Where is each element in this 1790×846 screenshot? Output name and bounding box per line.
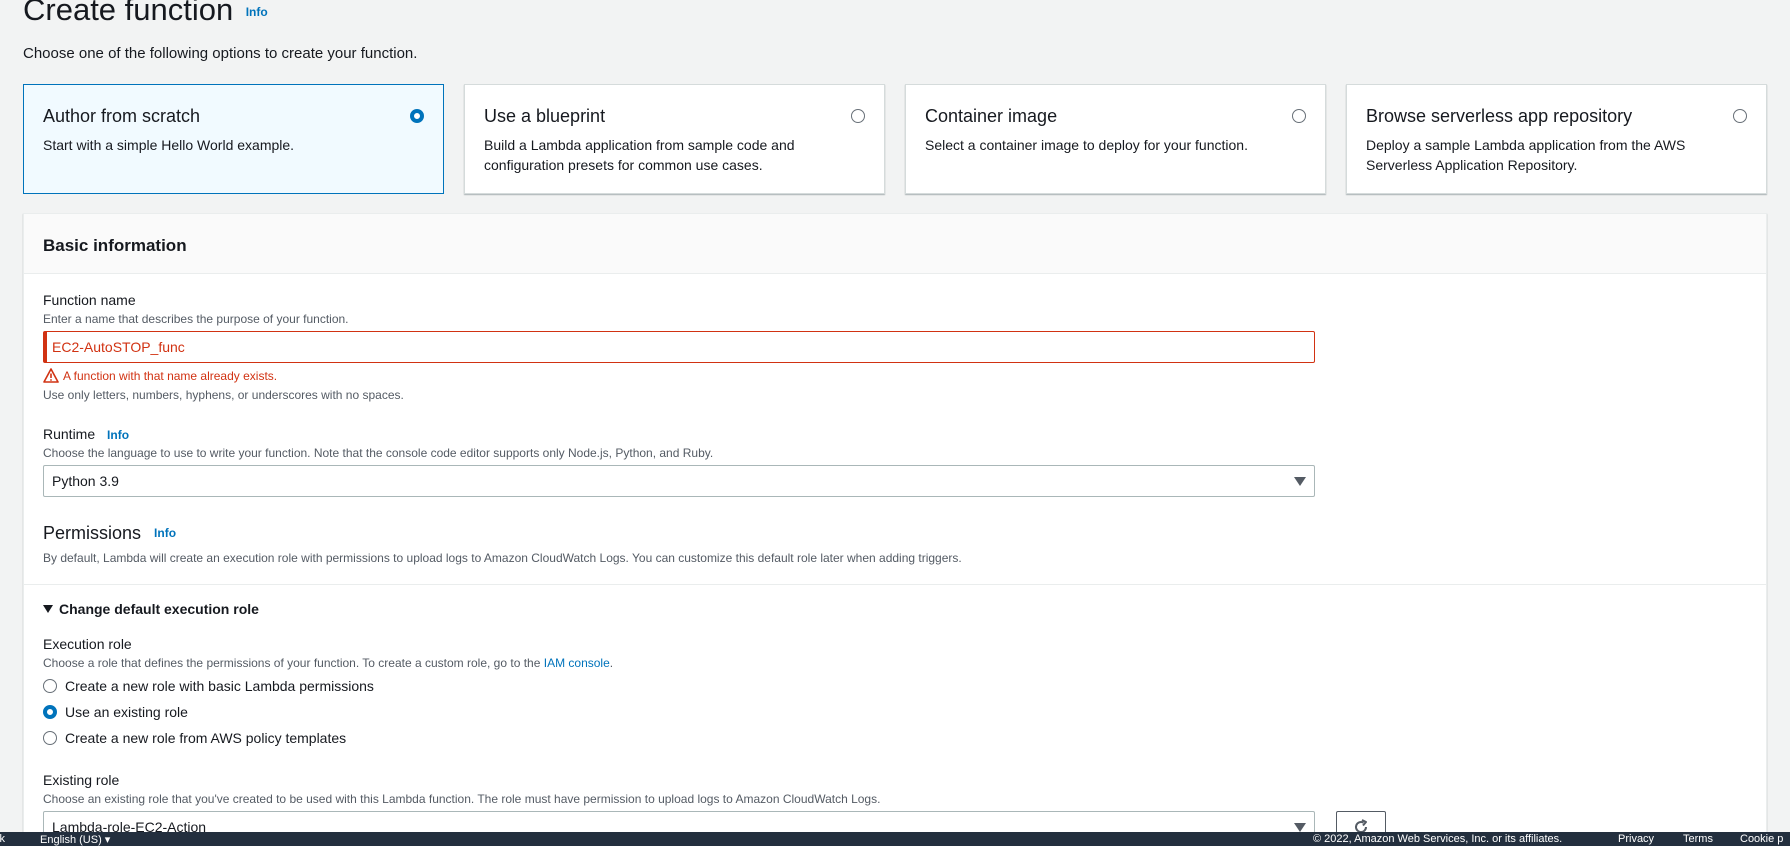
permissions-title: Permissions xyxy=(43,523,142,543)
option-description: Build a Lambda application from sample c… xyxy=(484,137,795,173)
function-name-input[interactable] xyxy=(43,331,1315,363)
console-footer: ck English (US) ▾ © 2022, Amazon Web Ser… xyxy=(0,832,1790,846)
execution-role-desc-text: Choose a role that defines the permissio… xyxy=(43,656,541,670)
role-option-label: Create a new role with basic Lambda perm… xyxy=(65,678,374,694)
option-radio[interactable] xyxy=(1733,109,1747,123)
option-description: Start with a simple Hello World example. xyxy=(43,137,295,153)
caret-down-icon xyxy=(1294,477,1306,486)
option-description: Select a container image to deploy for y… xyxy=(925,137,1248,153)
option-radio[interactable] xyxy=(851,109,865,123)
permissions-description: By default, Lambda will create an execut… xyxy=(43,551,962,565)
option-title: Use a blueprint xyxy=(484,106,606,126)
page-header: Create function Info xyxy=(23,0,268,25)
cookie-preferences-link[interactable]: Cookie p xyxy=(1740,833,1783,845)
section-divider xyxy=(24,584,1766,585)
option-title: Container image xyxy=(925,106,1058,126)
terms-link[interactable]: Terms xyxy=(1683,833,1713,845)
iam-console-link[interactable]: IAM console xyxy=(544,656,610,670)
change-role-label: Change default execution role xyxy=(59,601,259,617)
radio-button[interactable] xyxy=(43,705,57,719)
page-info-link[interactable]: Info xyxy=(246,5,268,19)
runtime-label-text: Runtime xyxy=(43,426,96,442)
radio-button[interactable] xyxy=(43,679,57,693)
runtime-selected-value: Python 3.9 xyxy=(52,473,119,489)
runtime-select[interactable]: Python 3.9 xyxy=(43,465,1315,497)
error-text: A function with that name already exists… xyxy=(63,368,278,383)
function-name-constraint: Use only letters, numbers, hyphens, or u… xyxy=(43,388,404,402)
caret-down-icon xyxy=(1294,823,1306,832)
copyright-text: © 2022, Amazon Web Services, Inc. or its… xyxy=(1313,833,1563,845)
function-name-error: A function with that name already exists… xyxy=(43,368,277,383)
basic-information-panel: Basic information Function name Enter a … xyxy=(23,213,1767,846)
radio-button[interactable] xyxy=(43,731,57,745)
feedback-link-fragment[interactable]: ck xyxy=(0,833,5,845)
existing-role-label: Existing role xyxy=(43,772,120,788)
option-container-image[interactable]: Container image Select a container image… xyxy=(905,84,1326,194)
option-use-blueprint[interactable]: Use a blueprint Build a Lambda applicati… xyxy=(464,84,885,194)
role-option-create-basic[interactable]: Create a new role with basic Lambda perm… xyxy=(43,678,374,694)
role-option-use-existing[interactable]: Use an existing role xyxy=(43,704,188,720)
function-name-description: Enter a name that describes the purpose … xyxy=(43,312,349,326)
option-description: Deploy a sample Lambda application from … xyxy=(1366,137,1686,173)
role-option-label: Create a new role from AWS policy templa… xyxy=(65,730,347,746)
change-execution-role-toggle[interactable]: Change default execution role xyxy=(43,601,259,617)
option-author-from-scratch[interactable]: Author from scratch Start with a simple … xyxy=(23,84,444,194)
function-name-label: Function name xyxy=(43,292,136,308)
option-title: Browse serverless app repository xyxy=(1366,106,1633,126)
language-selector[interactable]: English (US) ▾ xyxy=(40,833,110,846)
runtime-info-link[interactable]: Info xyxy=(107,428,129,442)
role-option-label: Use an existing role xyxy=(65,704,188,720)
warning-icon xyxy=(43,368,59,383)
panel-header: Basic information xyxy=(24,214,1766,274)
runtime-label: Runtime Info xyxy=(43,426,129,442)
panel-title: Basic information xyxy=(43,236,187,255)
page-title: Create function xyxy=(23,0,234,27)
existing-role-description: Choose an existing role that you've crea… xyxy=(43,792,881,806)
execution-role-desc-suffix: . xyxy=(609,656,614,670)
page-subtitle: Choose one of the following options to c… xyxy=(23,45,418,62)
permissions-info-link[interactable]: Info xyxy=(154,526,176,540)
caret-down-icon xyxy=(43,605,53,613)
execution-role-description: Choose a role that defines the permissio… xyxy=(43,656,613,670)
execution-role-label: Execution role xyxy=(43,636,132,652)
option-radio[interactable] xyxy=(410,109,424,123)
option-radio[interactable] xyxy=(1292,109,1306,123)
creation-options: Author from scratch Start with a simple … xyxy=(23,84,1767,194)
option-title: Author from scratch xyxy=(43,106,201,126)
permissions-heading: Permissions Info xyxy=(43,523,176,544)
role-option-policy-templates[interactable]: Create a new role from AWS policy templa… xyxy=(43,730,346,746)
privacy-link[interactable]: Privacy xyxy=(1618,833,1654,845)
runtime-description: Choose the language to use to write your… xyxy=(43,446,714,460)
option-browse-serverless-repo[interactable]: Browse serverless app repository Deploy … xyxy=(1346,84,1767,194)
